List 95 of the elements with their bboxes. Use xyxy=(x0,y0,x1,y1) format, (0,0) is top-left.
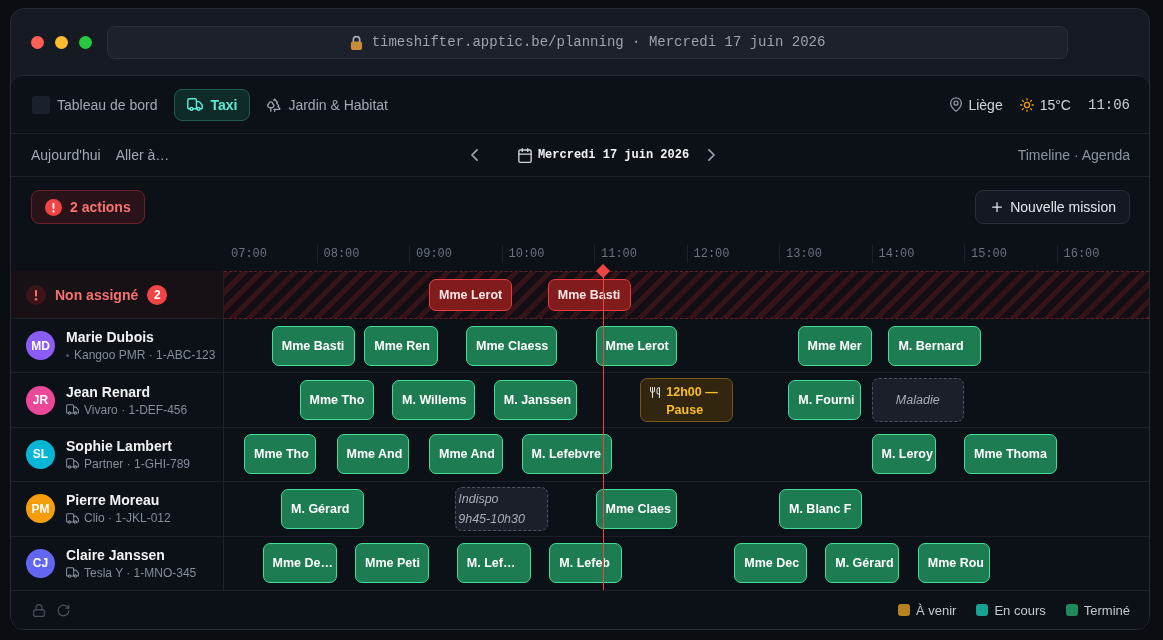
avatar: MD xyxy=(26,331,55,361)
mission-block[interactable]: Mme Basti xyxy=(271,325,356,366)
driver-name: Sophie Lambert xyxy=(66,437,173,454)
vehicle-info: Vivaro · 1-DEF-456 xyxy=(84,402,188,417)
chevron-right-icon xyxy=(707,149,715,161)
hour-label: 10:00 xyxy=(508,247,545,261)
truck-icon xyxy=(66,512,79,524)
legend-label: En cours xyxy=(994,602,1046,618)
mission-block[interactable]: M. Gérard xyxy=(281,488,365,529)
vehicle-info: Tesla Y · 1-MNO-345 xyxy=(84,565,197,580)
dot-icon xyxy=(66,353,69,357)
clock-label: 11:06 xyxy=(1088,96,1130,113)
mission-block[interactable]: Mme Dec xyxy=(734,543,807,584)
driver-name: Jean Renard xyxy=(66,383,152,400)
mission-block[interactable]: M. Bernard xyxy=(888,325,981,366)
today-link[interactable]: Aujourd'hui xyxy=(31,147,101,163)
truck-icon xyxy=(66,404,79,416)
new-mission-button[interactable]: Nouvelle mission xyxy=(975,190,1130,224)
unassigned-label: Non assigné xyxy=(55,286,139,303)
go-to-link[interactable]: Aller à… xyxy=(115,147,170,163)
alert-icon xyxy=(45,198,62,216)
nav-tab[interactable]: Taxi xyxy=(174,88,251,121)
location-label: Liège xyxy=(968,96,1003,113)
mission-block[interactable]: Mme Ren xyxy=(364,325,439,366)
mission-block[interactable]: M. Lef… xyxy=(456,543,531,584)
mission-block[interactable]: Mme Thoma xyxy=(964,434,1057,475)
window-zoom-icon[interactable] xyxy=(79,35,92,49)
mission-block[interactable]: M. Willems xyxy=(392,380,476,421)
truck-icon xyxy=(187,98,204,111)
calendar-icon xyxy=(517,147,532,163)
hour-label: 08:00 xyxy=(323,247,360,261)
avatar: JR xyxy=(26,385,55,415)
mission-block[interactable]: Mme Tho xyxy=(244,434,317,475)
unavailability-label: Indispo xyxy=(458,490,499,508)
hour-label: 16:00 xyxy=(1063,247,1100,261)
mission-block[interactable]: Mme De… xyxy=(262,543,337,584)
hour-label: 14:00 xyxy=(878,247,915,261)
vehicle-info: Kangoo PMR · 1-ABC-123 xyxy=(74,348,216,363)
nav-tab[interactable]: Tableau de bord xyxy=(19,88,171,121)
view-switcher[interactable]: Timeline · Agenda xyxy=(1017,147,1130,163)
fork-knife-icon xyxy=(650,386,661,400)
hour-label: 13:00 xyxy=(786,247,822,261)
truck-icon xyxy=(66,458,79,470)
refresh-icon[interactable] xyxy=(57,603,70,617)
mission-block[interactable]: Mme Lerot xyxy=(595,325,678,366)
hour-label: 11:00 xyxy=(601,247,637,261)
avatar: SL xyxy=(26,439,55,469)
mission-block[interactable]: M. Blanc F xyxy=(779,488,863,529)
mission-block[interactable]: Mme Claess xyxy=(466,325,557,366)
temperature-label: 15°C xyxy=(1039,96,1071,113)
mission-block[interactable]: Mme Tho xyxy=(299,380,374,421)
absence-label: Maladie xyxy=(895,393,940,408)
driver-name: Marie Dubois xyxy=(66,329,155,346)
driver-name: Pierre Moreau xyxy=(66,492,161,509)
date-label: Mercredi 17 juin 2026 xyxy=(537,148,690,162)
location-pin-icon xyxy=(950,97,963,112)
mission-block[interactable]: M. Janssen xyxy=(493,380,578,421)
avatar: CJ xyxy=(26,548,55,578)
window-minimize-icon[interactable] xyxy=(55,35,68,49)
trees-icon xyxy=(267,97,282,112)
hour-label: 12:00 xyxy=(693,247,730,261)
mission-block[interactable]: M. Fourni xyxy=(788,380,861,421)
mission-block[interactable]: M. Gérard xyxy=(825,543,900,584)
hour-label: 15:00 xyxy=(971,247,1007,261)
driver-name: Claire Janssen xyxy=(66,546,166,563)
alert-icon xyxy=(26,284,46,305)
vehicle-info: Partner · 1-GHI-789 xyxy=(84,456,191,471)
address-bar[interactable]: timeshifter.apptic.be/planning · Mercredi 17 juin 2026 xyxy=(107,25,1068,59)
lock-icon[interactable] xyxy=(33,603,45,617)
sun-icon xyxy=(1019,97,1034,112)
alerts-button[interactable]: 2 actions xyxy=(31,190,145,224)
chevron-left-icon xyxy=(471,149,479,161)
mission-block[interactable]: M. Leroy xyxy=(871,434,937,475)
hour-label: 07:00 xyxy=(231,247,267,261)
mission-block[interactable]: M. Lefebvre xyxy=(521,434,613,475)
unavailability-time: 9h45-10h30 xyxy=(458,510,525,528)
plus-icon xyxy=(992,202,1003,212)
legend-label: Terminé xyxy=(1083,602,1130,618)
truck-icon xyxy=(66,567,79,579)
lock-icon xyxy=(349,34,363,50)
mission-block[interactable]: Mme Claes xyxy=(595,488,678,529)
mission-block[interactable]: Mme And xyxy=(429,434,504,475)
count-badge: 2 xyxy=(147,284,168,305)
mission-block[interactable]: Mme Lerot xyxy=(429,279,513,311)
mission-block[interactable]: Mme Mer xyxy=(797,325,872,366)
vehicle-info: Clio · 1-JKL-012 xyxy=(84,511,171,526)
mission-block[interactable]: Mme And xyxy=(336,434,409,475)
nav-tab[interactable]: Jardin & Habitat xyxy=(254,88,401,121)
avatar: PM xyxy=(26,494,55,524)
mission-block[interactable]: Mme Rou xyxy=(917,543,991,584)
hour-label: 09:00 xyxy=(416,247,452,261)
window-close-icon[interactable] xyxy=(31,35,44,49)
legend-label: À venir xyxy=(915,602,957,618)
break-label: 12h00 — Pause xyxy=(666,384,719,420)
mission-block[interactable]: Mme Peti xyxy=(355,543,430,584)
